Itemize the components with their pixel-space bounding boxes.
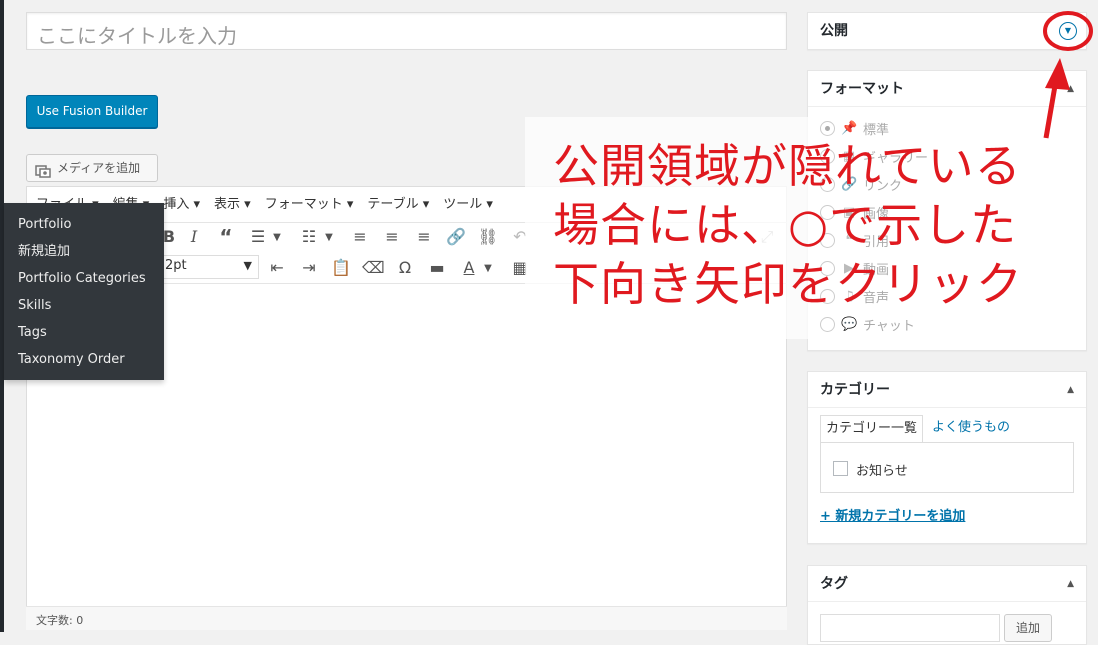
annotation-circle (1043, 11, 1093, 51)
annotation-arrow-head (1045, 58, 1070, 90)
annotation-arrow-and-circle (1043, 11, 1093, 139)
